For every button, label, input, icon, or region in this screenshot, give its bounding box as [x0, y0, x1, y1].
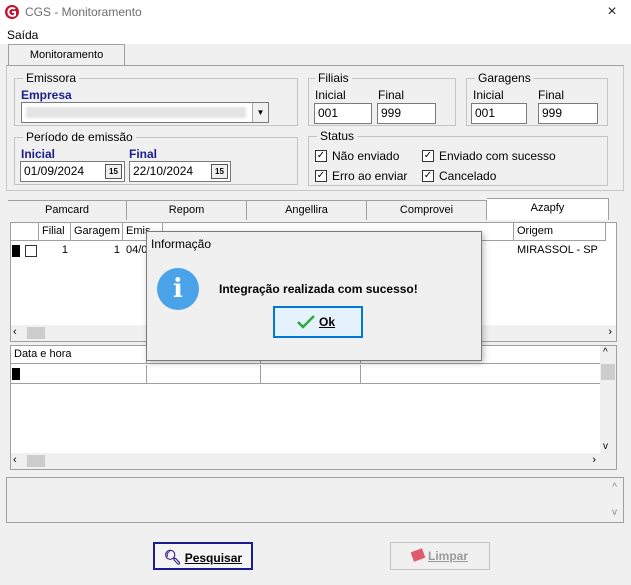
scroll-thumb[interactable] [601, 364, 615, 380]
periodo-group-label: Período de emissão [23, 130, 136, 144]
history-grid[interactable]: Data e hora ^ v ‹ › [10, 345, 617, 470]
col-filial-header[interactable]: Filial [39, 223, 71, 241]
periodo-inicial-label: Inicial [21, 147, 56, 161]
search-icon: 🔍︎ [163, 549, 182, 565]
window-title: CGS - Monitoramento [25, 5, 142, 19]
periodo-group: Período de emissão Inicial 01/09/2024 15… [14, 130, 298, 185]
calendar-icon[interactable]: 15 [105, 164, 122, 179]
col-garagem-header[interactable]: Garagem [71, 223, 123, 241]
scroll-left-icon[interactable]: ‹ [13, 454, 17, 466]
dialog-title: Informação [151, 237, 212, 251]
ok-label: Ok [319, 315, 336, 329]
info-icon: i [157, 268, 199, 310]
garagens-final-input[interactable]: 999 [538, 103, 598, 124]
row-checkbox[interactable] [25, 245, 37, 257]
horizontal-scrollbar[interactable]: ‹ › [11, 453, 616, 469]
pesquisar-button[interactable]: 🔍︎ Pesquisar [153, 542, 253, 570]
enviado-sucesso-checkbox[interactable]: ✓ [422, 150, 434, 162]
nao-enviado-checkbox[interactable]: ✓ [315, 150, 327, 162]
row-origem: MIRASSOL - SP [517, 244, 598, 256]
scroll-thumb[interactable] [27, 327, 45, 339]
vertical-scrollbar[interactable]: ^ v [600, 346, 616, 454]
erro-enviar-checkbox[interactable]: ✓ [315, 170, 327, 182]
scroll-right-icon[interactable]: › [592, 454, 596, 466]
tab-azapfy[interactable]: Azapfy [487, 198, 609, 220]
filiais-group-label: Filiais [315, 71, 352, 85]
dialog-message: Integração realizada com sucesso! [219, 282, 418, 296]
dialog-body: i Integração realizada com sucesso! Ok [147, 256, 481, 360]
tab-pamcard[interactable]: Pamcard [8, 200, 127, 220]
log-memo[interactable]: ^ v [6, 477, 624, 523]
row-selector-icon [12, 368, 20, 380]
check-icon [297, 315, 315, 329]
menu-item-saida[interactable]: Saída [7, 28, 38, 42]
grid-indicator-header [11, 223, 39, 241]
row-filial: 1 [61, 244, 68, 256]
row-selector-icon [12, 245, 20, 257]
filiais-group: Filiais Inicial 001 Final 999 [308, 71, 456, 126]
limpar-label: Limpar [427, 549, 468, 563]
empresa-label: Empresa [21, 88, 72, 102]
scroll-up-icon[interactable]: ^ [612, 482, 617, 493]
scroll-up-icon[interactable]: ^ [603, 347, 608, 358]
emissora-group: Emissora Empresa ▼ [14, 71, 298, 126]
title-bar: CGS - Monitoramento × [0, 0, 631, 26]
periodo-inicial-input[interactable]: 01/09/2024 15 [20, 161, 125, 182]
garagens-group: Garagens Inicial 001 Final 999 [466, 71, 608, 126]
status-group-label: Status [317, 129, 358, 143]
periodo-final-input[interactable]: 22/10/2024 15 [129, 161, 231, 182]
periodo-final-value: 22/10/2024 [133, 164, 194, 178]
row-garagem: 1 [113, 244, 120, 256]
chevron-down-icon[interactable]: ▼ [252, 103, 268, 122]
garagens-final-label: Final [538, 88, 565, 102]
menu-bar: Saída [0, 26, 631, 44]
empresa-redacted [26, 107, 246, 118]
periodo-inicial-value: 01/09/2024 [24, 164, 85, 178]
col-data-hora-header[interactable]: Data e hora [11, 346, 147, 364]
tab-monitoramento[interactable]: Monitoramento [8, 44, 125, 66]
scroll-down-icon[interactable]: v [603, 441, 608, 452]
garagens-group-label: Garagens [475, 71, 534, 85]
tab-angellira[interactable]: Angellira [247, 200, 367, 220]
scroll-right-icon[interactable]: › [608, 326, 612, 338]
scroll-left-icon[interactable]: ‹ [13, 326, 17, 338]
calendar-icon[interactable]: 15 [211, 164, 228, 179]
scroll-down-icon[interactable]: v [612, 507, 617, 518]
app-logo-icon [5, 5, 19, 19]
tab-comprovei[interactable]: Comprovei [367, 200, 487, 220]
ok-button[interactable]: Ok [273, 306, 363, 338]
limpar-button[interactable]: Limpar [390, 542, 490, 570]
status-group: Status ✓ Não enviado ✓ Enviado com suces… [308, 129, 608, 186]
close-icon[interactable]: × [601, 2, 623, 22]
history-row[interactable] [11, 365, 601, 384]
tab-repom[interactable]: Repom [127, 200, 247, 220]
cancelado-checkbox[interactable]: ✓ [422, 170, 434, 182]
filiais-final-input[interactable]: 999 [377, 103, 436, 124]
enviado-sucesso-label: Enviado com sucesso [439, 149, 556, 163]
scroll-thumb[interactable] [27, 455, 45, 467]
filiais-inicial-label: Inicial [315, 88, 346, 102]
emissora-group-label: Emissora [23, 71, 80, 85]
eraser-icon [410, 548, 426, 562]
erro-enviar-label: Erro ao enviar [332, 169, 408, 183]
garagens-inicial-label: Inicial [473, 88, 504, 102]
filiais-final-label: Final [378, 88, 405, 102]
cancelado-label: Cancelado [439, 169, 497, 183]
col-origem-header[interactable]: Origem [514, 223, 606, 241]
nao-enviado-label: Não enviado [332, 149, 400, 163]
pesquisar-label: Pesquisar [184, 551, 243, 565]
empresa-select[interactable]: ▼ [21, 102, 269, 123]
info-dialog: Informação i Integração realizada com su… [146, 231, 482, 361]
periodo-final-label: Final [129, 147, 158, 161]
garagens-inicial-input[interactable]: 001 [471, 103, 527, 124]
filiais-inicial-input[interactable]: 001 [314, 103, 372, 124]
